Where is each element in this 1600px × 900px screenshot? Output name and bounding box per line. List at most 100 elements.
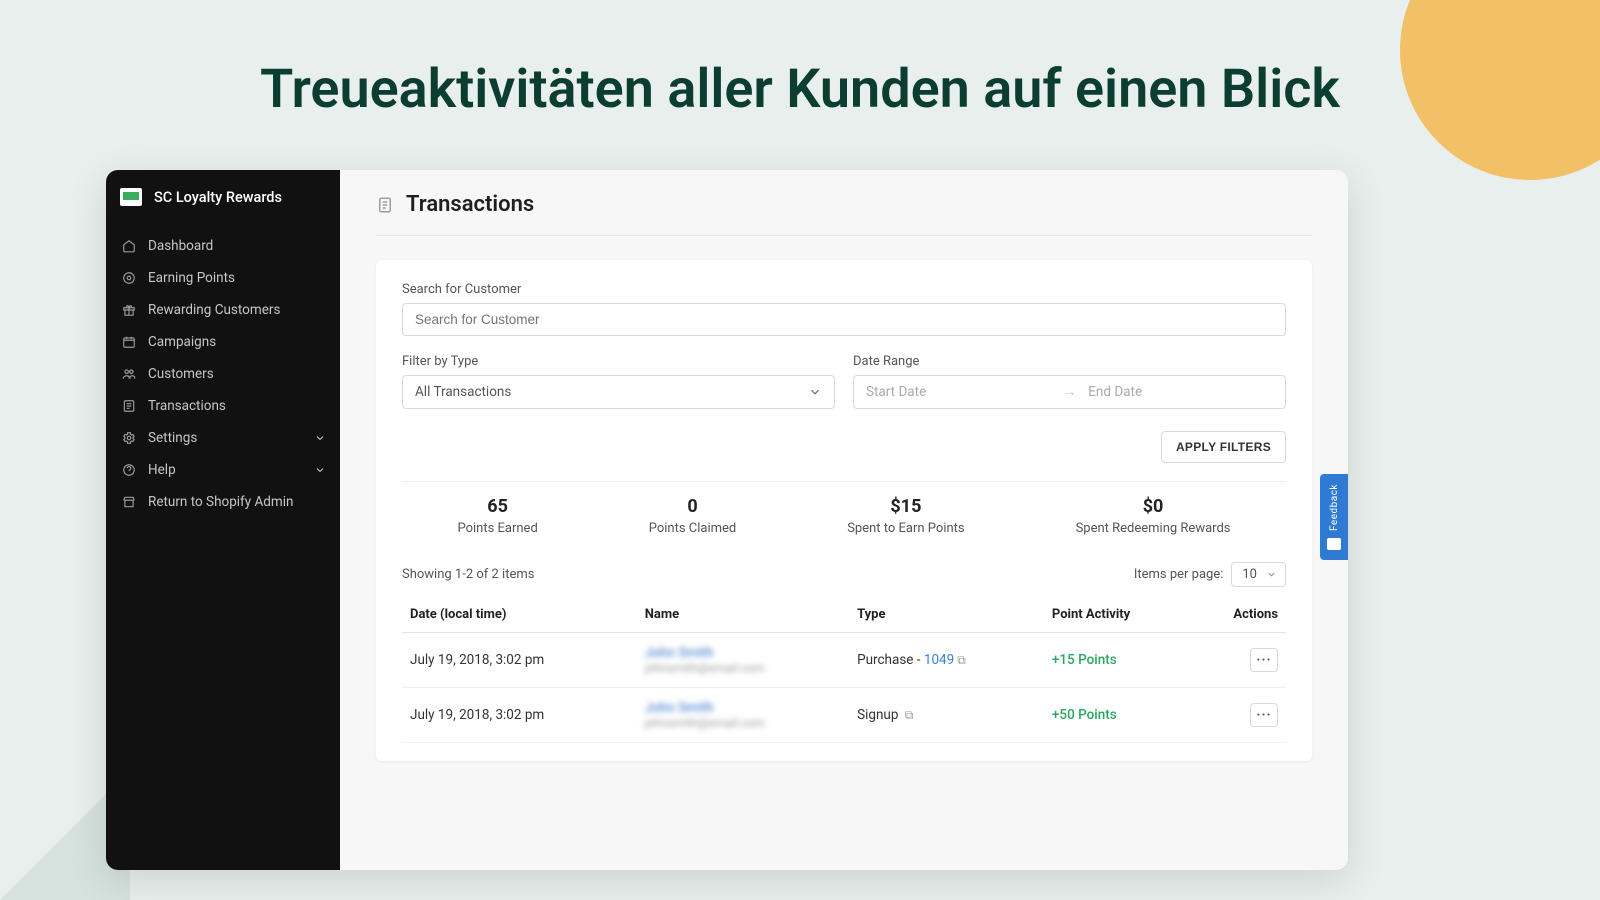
app-window: SC Loyalty Rewards Dashboard Earning Poi…	[106, 170, 1348, 870]
arrow-right-icon: →	[1063, 384, 1077, 400]
row-actions-button[interactable]: ···	[1250, 703, 1278, 727]
row-actions-button[interactable]: ···	[1250, 648, 1278, 672]
sidebar-item-help[interactable]: Help	[106, 454, 340, 486]
marketing-headline: Treueaktivitäten aller Kunden auf einen …	[0, 0, 1600, 121]
stat-points-earned: 65 Points Earned	[457, 496, 537, 536]
gift-icon	[122, 303, 136, 317]
list-icon	[122, 399, 136, 413]
sidebar-item-label: Transactions	[148, 398, 226, 414]
filter-type-value: All Transactions	[415, 384, 511, 400]
table-row: July 19, 2018, 3:02 pm John Smith johnsm…	[402, 688, 1286, 743]
copy-icon[interactable]: ⧉	[957, 653, 966, 667]
cell-date: July 19, 2018, 3:02 pm	[402, 688, 637, 743]
cell-points: +15 Points	[1044, 633, 1191, 688]
home-icon	[122, 239, 136, 253]
end-date-placeholder: End Date	[1088, 384, 1273, 400]
sidebar-item-customers[interactable]: Customers	[106, 358, 340, 390]
sidebar-item-transactions[interactable]: Transactions	[106, 390, 340, 422]
feedback-tab[interactable]: Feedback	[1320, 474, 1348, 560]
date-range-input[interactable]: Start Date → End Date	[853, 375, 1286, 409]
stat-value: 0	[649, 496, 737, 517]
sidebar-item-label: Earning Points	[148, 270, 235, 286]
stat-label: Points Claimed	[649, 521, 737, 536]
decorative-corner	[1400, 0, 1600, 180]
page-header: Transactions	[376, 192, 1312, 236]
sidebar-brand[interactable]: SC Loyalty Rewards	[106, 170, 340, 230]
stat-value: 65	[457, 496, 537, 517]
chevron-down-icon	[314, 464, 326, 476]
sidebar-item-dashboard[interactable]: Dashboard	[106, 230, 340, 262]
sidebar-item-label: Return to Shopify Admin	[148, 494, 294, 510]
search-label: Search for Customer	[402, 282, 1286, 297]
col-type[interactable]: Type	[849, 597, 1044, 633]
cell-date: July 19, 2018, 3:02 pm	[402, 633, 637, 688]
items-per-page-select[interactable]: 10	[1231, 562, 1286, 587]
chat-icon	[1327, 538, 1341, 550]
customer-email-blurred: johnsmith@email.com	[645, 716, 841, 730]
filter-card: Search for Customer Filter by Type All T…	[376, 260, 1312, 761]
brand-text: SC Loyalty Rewards	[154, 189, 282, 206]
cell-type: Purchase - 1049⧉	[849, 633, 1044, 688]
cell-name[interactable]: John Smith johnsmith@email.com	[637, 633, 849, 688]
stat-label: Points Earned	[457, 521, 537, 536]
sidebar-item-rewarding-customers[interactable]: Rewarding Customers	[106, 294, 340, 326]
sidebar-item-label: Help	[148, 462, 176, 478]
sidebar-item-label: Settings	[148, 430, 197, 446]
points-value: +50 Points	[1052, 707, 1117, 723]
sidebar: SC Loyalty Rewards Dashboard Earning Poi…	[106, 170, 340, 870]
start-date-placeholder: Start Date	[866, 384, 1051, 400]
type-prefix: Signup	[857, 707, 902, 723]
stats-row: 65 Points Earned 0 Points Claimed $15 Sp…	[402, 482, 1286, 544]
stat-label: Spent to Earn Points	[847, 521, 964, 536]
stat-points-claimed: 0 Points Claimed	[649, 496, 737, 536]
help-icon	[122, 463, 136, 477]
col-activity[interactable]: Point Activity	[1044, 597, 1191, 633]
stat-value: $15	[847, 496, 964, 517]
stat-label: Spent Redeeming Rewards	[1076, 521, 1231, 536]
filter-type-label: Filter by Type	[402, 354, 835, 369]
filter-type-select[interactable]: All Transactions	[402, 375, 835, 409]
table-row: July 19, 2018, 3:02 pm John Smith johnsm…	[402, 633, 1286, 688]
sidebar-item-return-shopify[interactable]: Return to Shopify Admin	[106, 486, 340, 518]
transactions-icon	[376, 196, 394, 214]
page-title: Transactions	[406, 192, 534, 217]
col-name[interactable]: Name	[637, 597, 849, 633]
feedback-label: Feedback	[1329, 484, 1340, 531]
customer-name-blurred: John Smith	[645, 700, 841, 716]
col-actions: Actions	[1191, 597, 1286, 633]
points-value: +15 Points	[1052, 652, 1117, 668]
sidebar-item-settings[interactable]: Settings	[106, 422, 340, 454]
sidebar-item-label: Rewarding Customers	[148, 302, 280, 318]
items-per-page-label: Items per page:	[1134, 567, 1224, 582]
items-per-page-value: 10	[1242, 567, 1257, 582]
sidebar-item-label: Dashboard	[148, 238, 213, 254]
cell-type: Signup ⧉	[849, 688, 1044, 743]
chevron-down-icon	[1266, 569, 1277, 580]
search-input[interactable]	[402, 303, 1286, 336]
transactions-table: Date (local time) Name Type Point Activi…	[402, 597, 1286, 743]
col-date[interactable]: Date (local time)	[402, 597, 637, 633]
apply-filters-button[interactable]: APPLY FILTERS	[1161, 431, 1286, 463]
calendar-icon	[122, 335, 136, 349]
users-icon	[122, 367, 136, 381]
brand-icon	[120, 188, 142, 206]
stat-spent-redeem: $0 Spent Redeeming Rewards	[1076, 496, 1231, 536]
stat-spent-earn: $15 Spent to Earn Points	[847, 496, 964, 536]
showing-text: Showing 1-2 of 2 items	[402, 567, 534, 582]
cell-actions: ···	[1191, 688, 1286, 743]
sidebar-item-label: Customers	[148, 366, 214, 382]
chevron-down-icon	[808, 385, 822, 399]
copy-icon[interactable]: ⧉	[905, 708, 914, 722]
store-icon	[122, 495, 136, 509]
customer-email-blurred: johnsmith@email.com	[645, 661, 841, 675]
sidebar-item-campaigns[interactable]: Campaigns	[106, 326, 340, 358]
sidebar-item-label: Campaigns	[148, 334, 216, 350]
sidebar-item-earning-points[interactable]: Earning Points	[106, 262, 340, 294]
type-link[interactable]: 1049	[924, 652, 954, 668]
chevron-down-icon	[314, 432, 326, 444]
cell-name[interactable]: John Smith johnsmith@email.com	[637, 688, 849, 743]
target-icon	[122, 271, 136, 285]
stat-value: $0	[1076, 496, 1231, 517]
date-range-label: Date Range	[853, 354, 1286, 369]
main-content: Transactions Search for Customer Filter …	[340, 170, 1348, 870]
